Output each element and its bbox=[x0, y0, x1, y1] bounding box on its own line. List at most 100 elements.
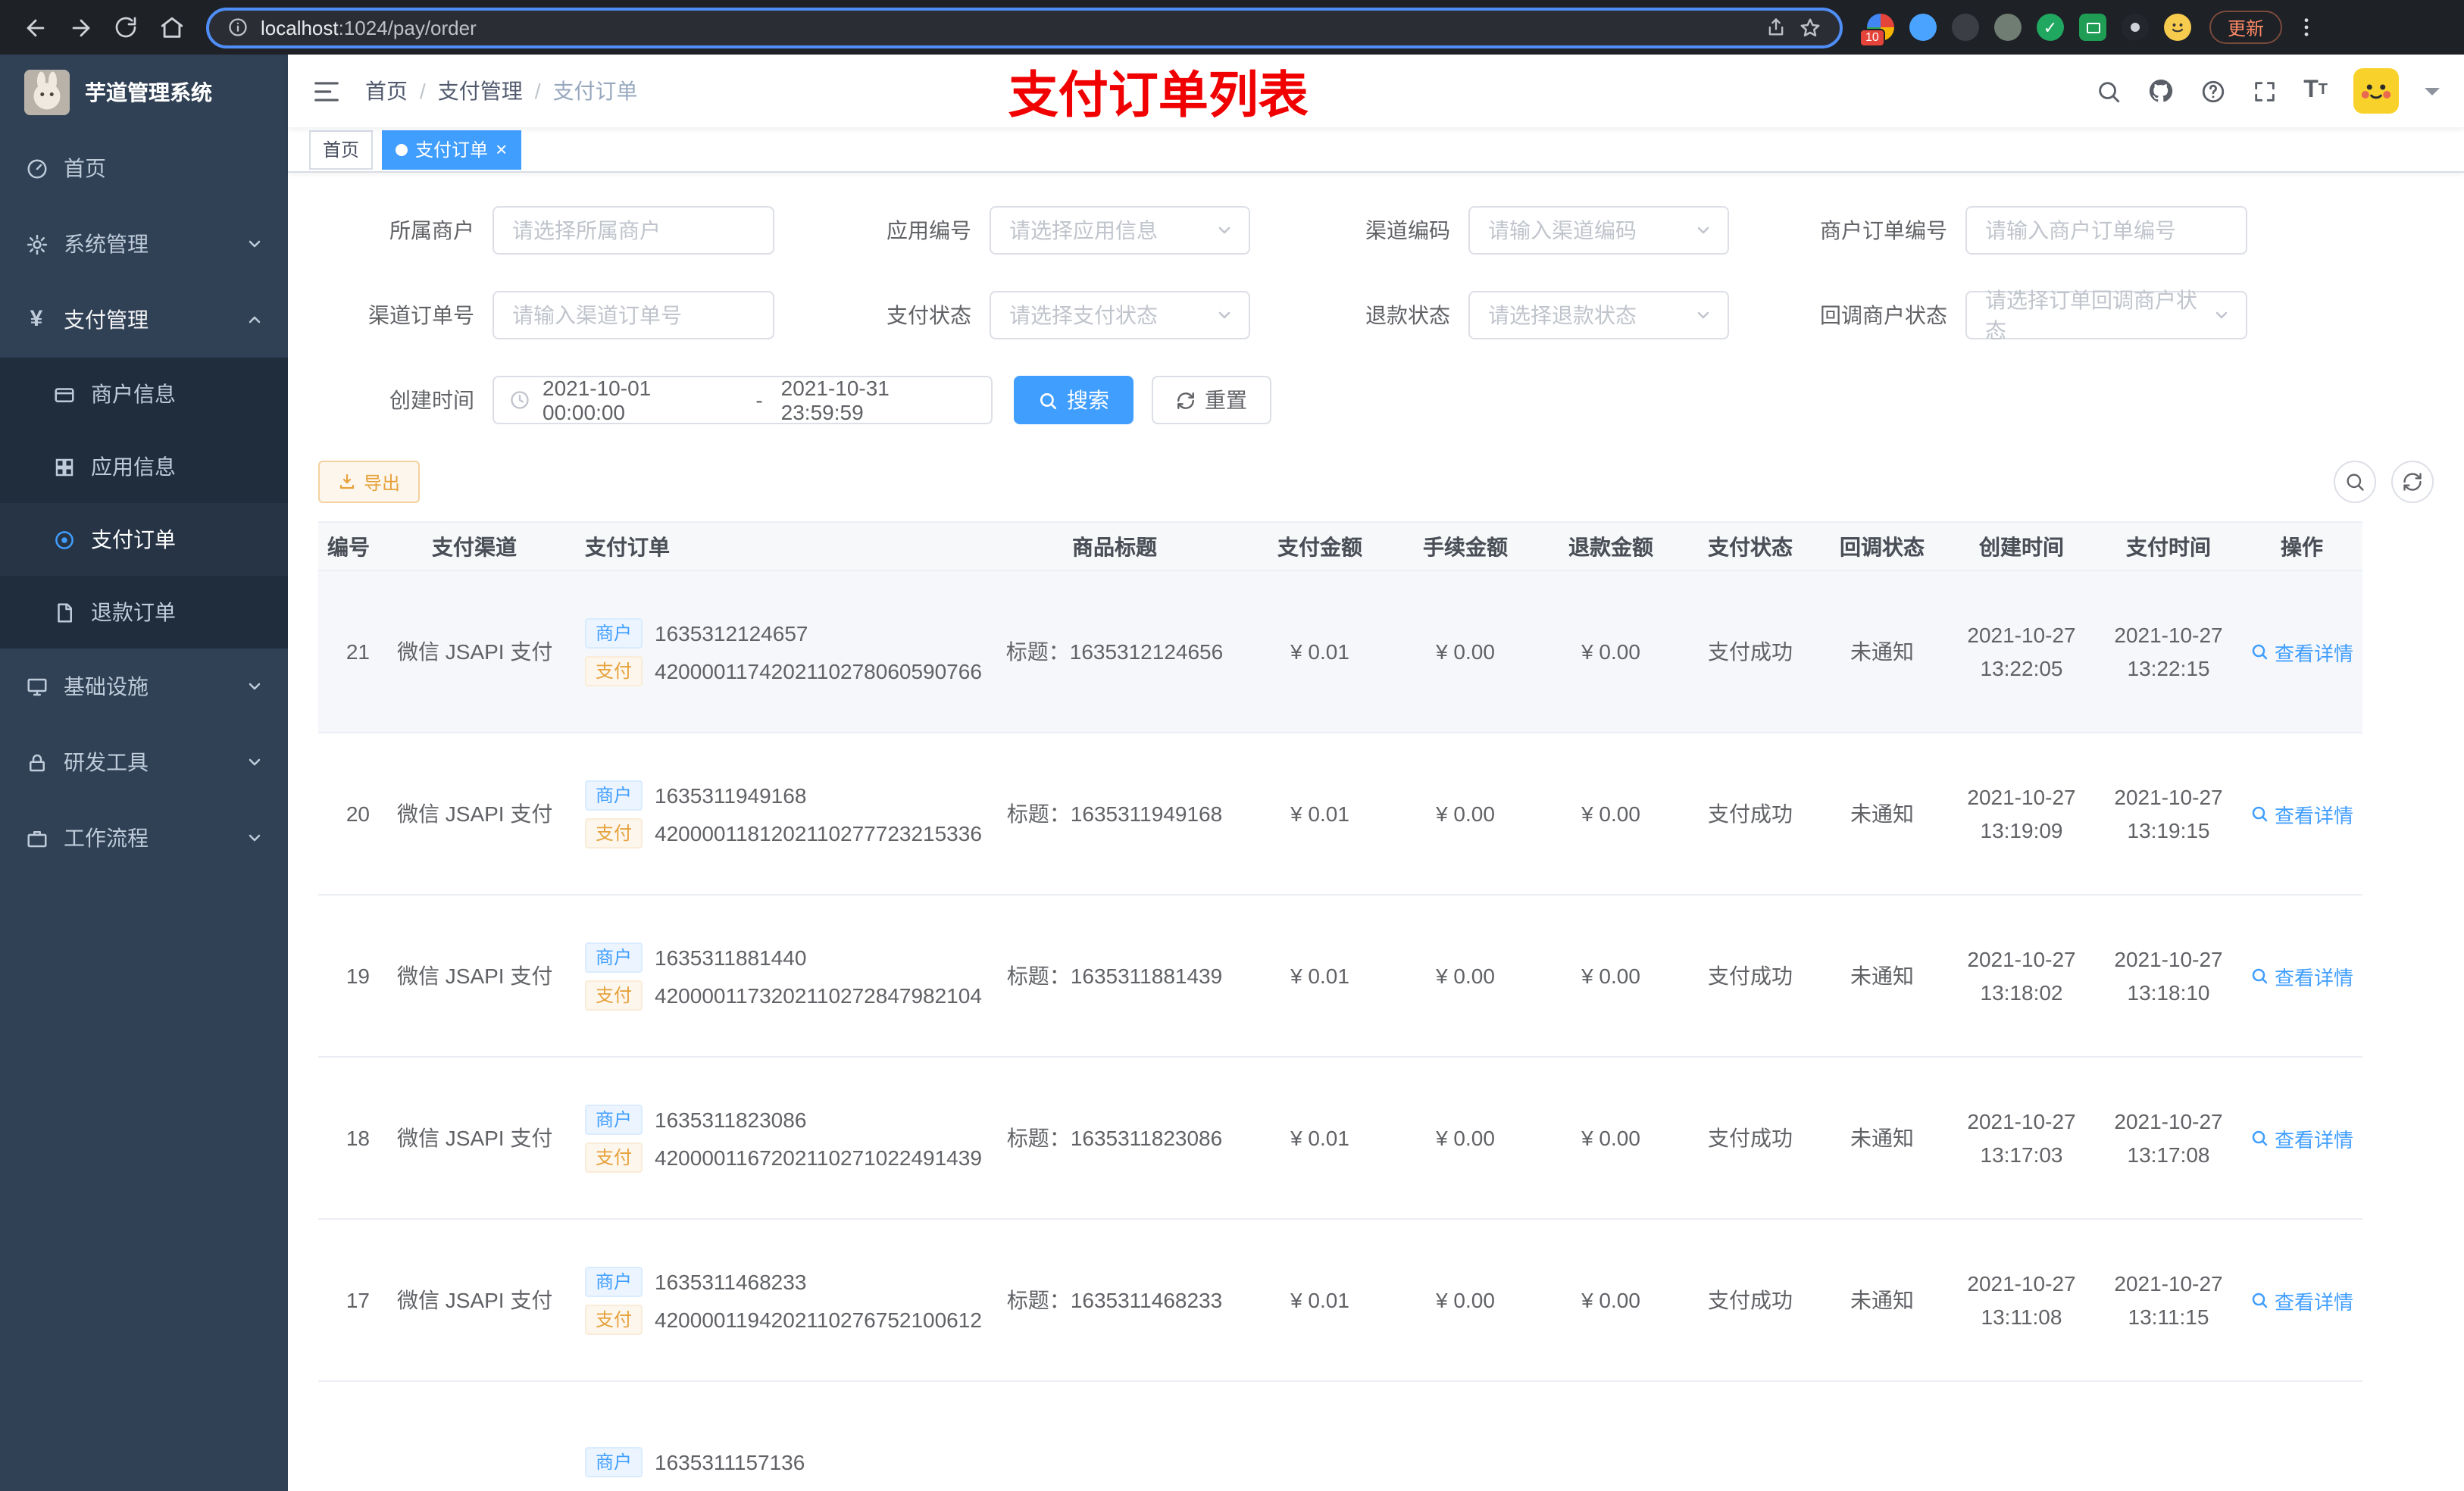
gear-icon bbox=[24, 233, 48, 255]
merchant-order-label: 商户订单编号 bbox=[1820, 218, 1947, 242]
sidebar-item-workflow[interactable]: 工作流程 bbox=[0, 800, 288, 876]
search-button[interactable]: 搜索 bbox=[1014, 376, 1134, 424]
pay-badge: 支付 bbox=[585, 655, 643, 686]
sidebar-menu: 首页 系统管理 ¥ 支付管理 商户信息 应用信息 支付订单 退款订单 基础设施 … bbox=[0, 130, 288, 876]
github-icon[interactable] bbox=[2147, 77, 2175, 105]
export-button[interactable]: 导出 bbox=[318, 461, 421, 503]
cell-channel: 微信 JSAPI 支付 bbox=[391, 1219, 558, 1382]
question-icon[interactable] bbox=[2200, 78, 2226, 104]
tag-home[interactable]: 首页 bbox=[309, 130, 374, 169]
browser-profile-avatar[interactable] bbox=[2164, 14, 2191, 41]
page-header: 首页 / 支付管理 / 支付订单 支付订单列表 TT bbox=[288, 55, 2464, 127]
view-detail-link[interactable]: 查看详情 bbox=[2250, 1286, 2353, 1314]
cell-pay-order: 商户 1635311881440 支付 42000011732021102728… bbox=[558, 895, 982, 1058]
sidebar: 芋道管理系统 首页 系统管理 ¥ 支付管理 商户信息 应用信息 支付订单 退款订… bbox=[0, 55, 288, 1491]
sidebar-item-merchant-info[interactable]: 商户信息 bbox=[0, 358, 288, 430]
notify-status-label: 回调商户状态 bbox=[1820, 303, 1947, 327]
channel-code-select[interactable]: 请输入渠道编码 bbox=[1468, 206, 1729, 255]
sidebar-item-dev-tools[interactable]: 研发工具 bbox=[0, 724, 288, 800]
cell-status: 支付成功 bbox=[1684, 733, 1817, 896]
col-header-create-time: 创建时间 bbox=[1947, 521, 2096, 571]
tag-pay-order[interactable]: 支付订单 × bbox=[382, 130, 521, 169]
reset-button[interactable]: 重置 bbox=[1152, 376, 1271, 424]
view-detail-link[interactable]: 查看详情 bbox=[2250, 1124, 2353, 1152]
app-select[interactable]: 请选择应用信息 bbox=[990, 206, 1250, 255]
hamburger-icon[interactable] bbox=[312, 77, 341, 105]
home-icon[interactable] bbox=[152, 8, 191, 47]
breadcrumb-home[interactable]: 首页 bbox=[365, 76, 408, 106]
merchant-order-no: 1635312124657 bbox=[655, 620, 808, 645]
cell-pay-time: 2021-10-27 13:19:15 bbox=[2096, 733, 2241, 896]
sidebar-item-infrastructure[interactable]: 基础设施 bbox=[0, 649, 288, 724]
cell-amount: ¥ 0.01 bbox=[1247, 1057, 1393, 1220]
owner-input[interactable] bbox=[492, 206, 774, 255]
chevron-down-icon bbox=[245, 829, 264, 847]
view-detail-link[interactable]: 查看详情 bbox=[2250, 637, 2353, 666]
chevron-down-icon bbox=[1694, 306, 1712, 324]
refund-status-select[interactable]: 请选择退款状态 bbox=[1468, 291, 1729, 339]
extension-check-icon[interactable]: ✓ bbox=[2037, 14, 2064, 41]
order-icon bbox=[52, 528, 76, 551]
extension-puzzle-icon[interactable] bbox=[2122, 14, 2149, 41]
fullscreen-icon[interactable] bbox=[2252, 78, 2278, 104]
refresh-icon[interactable] bbox=[2391, 461, 2434, 503]
col-header-fee: 手续金额 bbox=[1393, 521, 1538, 571]
view-detail-link[interactable]: 查看详情 bbox=[2250, 799, 2353, 828]
font-size-icon[interactable]: TT bbox=[2303, 78, 2328, 103]
cell-refund: ¥ 0.00 bbox=[1538, 570, 1684, 733]
sidebar-item-app-info[interactable]: 应用信息 bbox=[0, 430, 288, 503]
address-bar[interactable]: localhost:1024/pay/order bbox=[206, 7, 1843, 48]
date-end-value: 2021-10-31 23:59:59 bbox=[780, 376, 890, 424]
browser-update-button[interactable]: 更新 bbox=[2209, 11, 2283, 44]
sidebar-item-payment[interactable]: ¥ 支付管理 bbox=[0, 282, 288, 358]
notify-status-select[interactable]: 请选择订单回调商户状态 bbox=[1965, 288, 2247, 342]
kebab-menu-icon[interactable] bbox=[2294, 15, 2319, 39]
channel-order-input[interactable] bbox=[492, 291, 774, 339]
cell-channel: 微信 JSAPI 支付 bbox=[391, 570, 558, 733]
search-icon[interactable] bbox=[2096, 78, 2122, 104]
cell-notify: 未通知 bbox=[1817, 895, 1947, 1058]
table-row: 17 微信 JSAPI 支付 商户 1635311468233 支付 42000… bbox=[318, 1219, 2362, 1382]
forward-icon[interactable] bbox=[61, 8, 100, 47]
star-icon[interactable] bbox=[1799, 16, 1821, 39]
toggle-search-icon[interactable] bbox=[2334, 461, 2376, 503]
cell-amount: ¥ 0.01 bbox=[1247, 895, 1393, 1058]
info-icon[interactable] bbox=[227, 17, 249, 38]
avatar-caret-icon[interactable] bbox=[2425, 87, 2440, 95]
cell-status: 支付成功 bbox=[1684, 895, 1817, 1058]
col-header-status: 支付状态 bbox=[1684, 521, 1817, 571]
merchant-badge: 商户 bbox=[585, 1266, 643, 1296]
channel-code-label: 渠道编码 bbox=[1365, 218, 1450, 242]
reload-icon[interactable] bbox=[106, 8, 145, 47]
extension-blue-icon[interactable] bbox=[1909, 14, 1937, 41]
extension-badge: 10 bbox=[1859, 29, 1885, 47]
create-time-range-input[interactable]: 2021-10-01 00:00:00 - 2021-10-31 23:59:5… bbox=[492, 376, 993, 424]
merchant-order-input[interactable] bbox=[1965, 206, 2247, 255]
sidebar-item-refund-order[interactable]: 退款订单 bbox=[0, 576, 288, 649]
share-icon[interactable] bbox=[1765, 17, 1787, 38]
view-detail-link[interactable]: 查看详情 bbox=[2250, 961, 2353, 990]
back-icon[interactable] bbox=[15, 8, 55, 47]
chevron-down-icon bbox=[1215, 306, 1234, 324]
close-icon[interactable]: × bbox=[496, 139, 507, 159]
extension-gray-icon[interactable] bbox=[1994, 14, 2022, 41]
cell-fee: ¥ 0.00 bbox=[1393, 733, 1538, 896]
cell-action: 查看详情 bbox=[2241, 1219, 2362, 1382]
cell-channel: 微信 JSAPI 支付 bbox=[391, 895, 558, 1058]
sidebar-item-system[interactable]: 系统管理 bbox=[0, 206, 288, 282]
cell-id: 18 bbox=[318, 1057, 391, 1220]
extension-book-icon[interactable] bbox=[2079, 14, 2106, 41]
extension-colored-icon[interactable]: 10 bbox=[1859, 14, 1894, 47]
extension-dark-icon[interactable] bbox=[1952, 14, 1979, 41]
table-row: 19 微信 JSAPI 支付 商户 1635311881440 支付 42000… bbox=[318, 895, 2362, 1058]
briefcase-icon bbox=[24, 827, 48, 849]
cell-pay-time: 2021-10-27 13:11:15 bbox=[2096, 1219, 2241, 1382]
col-header-action: 操作 bbox=[2241, 521, 2362, 571]
sidebar-item-pay-order[interactable]: 支付订单 bbox=[0, 503, 288, 576]
cell-fee: ¥ 0.00 bbox=[1393, 570, 1538, 733]
active-dot bbox=[396, 143, 408, 155]
pay-status-select[interactable]: 请选择支付状态 bbox=[990, 291, 1250, 339]
user-avatar[interactable] bbox=[2353, 68, 2399, 114]
breadcrumb-payment[interactable]: 支付管理 bbox=[438, 76, 523, 106]
sidebar-item-home[interactable]: 首页 bbox=[0, 130, 288, 206]
